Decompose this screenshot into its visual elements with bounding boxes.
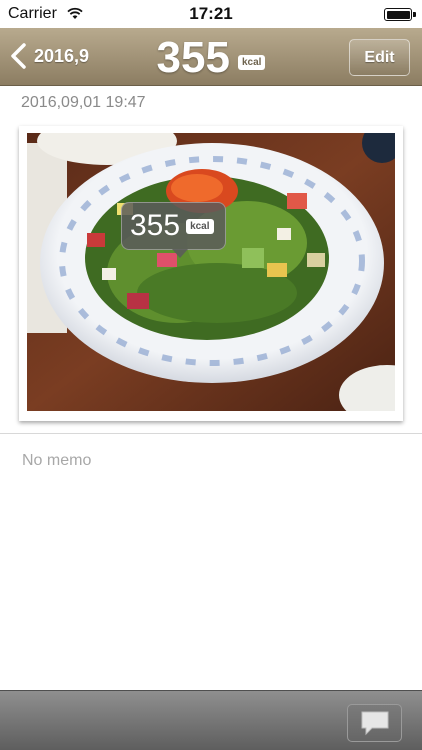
photo-frame[interactable]	[19, 126, 403, 421]
memo-text[interactable]: No memo	[22, 452, 91, 470]
food-photo	[27, 133, 395, 411]
back-label: 2016,9	[34, 45, 90, 66]
battery-tip	[413, 12, 416, 17]
photo-kcal-unit: kcal	[186, 218, 214, 234]
edit-button[interactable]: Edit	[349, 39, 410, 76]
status-time: 17:21	[189, 4, 233, 23]
speech-bubble-icon	[361, 711, 388, 736]
bottom-toolbar	[0, 690, 422, 750]
photo-kcal-value: 355	[130, 209, 181, 242]
total-kcal-value: 355	[156, 33, 230, 82]
kcal-unit-badge: kcal	[237, 55, 266, 70]
status-bar: Carrier 17:21	[0, 0, 422, 28]
calorie-bubble: 355 kcal	[121, 202, 226, 250]
comment-button[interactable]	[347, 704, 402, 742]
battery-icon	[384, 8, 412, 21]
back-button[interactable]: 2016,9	[8, 38, 89, 74]
navigation-bar: 2016,9 355 kcal Edit	[0, 28, 422, 86]
divider	[0, 433, 422, 434]
entry-datetime: 2016,09,01 19:47	[21, 94, 146, 111]
chevron-left-icon	[11, 43, 26, 69]
calorie-bubble-pointer	[172, 249, 188, 258]
